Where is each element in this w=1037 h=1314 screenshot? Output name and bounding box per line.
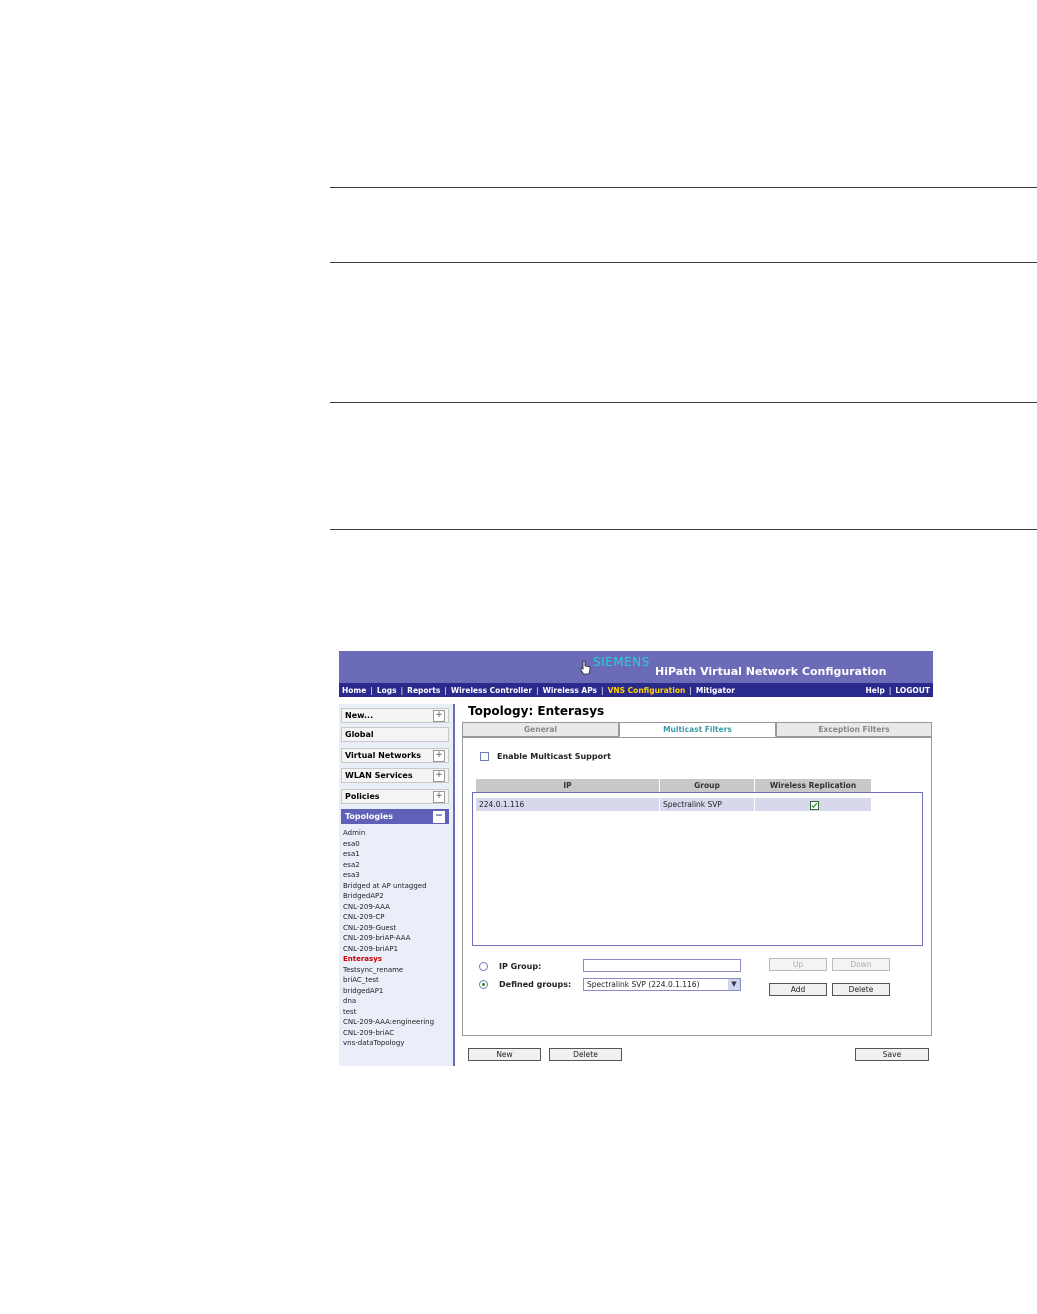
down-button[interactable]: Down bbox=[832, 958, 890, 971]
enable-multicast-checkbox[interactable] bbox=[480, 752, 489, 761]
hand-pointer-icon bbox=[579, 660, 591, 675]
defined-groups-radio[interactable] bbox=[479, 980, 488, 989]
topology-item[interactable]: test bbox=[343, 1007, 451, 1018]
top-nav: Home | Logs | Reports | Wireless Control… bbox=[339, 683, 933, 697]
defined-groups-label: Defined groups: bbox=[499, 980, 572, 989]
nav-logout[interactable]: LOGOUT bbox=[895, 686, 930, 695]
topology-item[interactable]: BridgedAP2 bbox=[343, 891, 451, 902]
page-title: Topology: Enterasys bbox=[468, 704, 605, 718]
topology-item[interactable]: vns-dataTopology bbox=[343, 1038, 451, 1049]
checkmark-icon bbox=[811, 802, 818, 809]
divider-rule bbox=[330, 402, 1037, 403]
tab-multicast-filters[interactable]: Multicast Filters bbox=[619, 722, 776, 737]
ip-group-radio[interactable] bbox=[479, 962, 488, 971]
divider-rule bbox=[330, 262, 1037, 263]
brand-logo: SIEMENS bbox=[593, 655, 650, 669]
topology-item[interactable]: briAC_test bbox=[343, 975, 451, 986]
tab-general[interactable]: General bbox=[462, 722, 619, 737]
enable-multicast-label: Enable Multicast Support bbox=[497, 752, 611, 761]
sidebar-item-virtual-networks[interactable]: Virtual Networks + bbox=[341, 748, 449, 763]
app-title: HiPath Virtual Network Configuration bbox=[655, 665, 887, 678]
topology-item[interactable]: CNL-209-AAA:engineering bbox=[343, 1017, 451, 1028]
sidebar-item-wlan-services[interactable]: WLAN Services + bbox=[341, 768, 449, 783]
nav-logs[interactable]: Logs bbox=[377, 686, 397, 695]
nav-wireless-controller[interactable]: Wireless Controller bbox=[451, 686, 532, 695]
expand-icon[interactable]: + bbox=[433, 770, 445, 782]
chevron-down-icon[interactable]: ▼ bbox=[728, 979, 740, 990]
wireless-replication-checkbox[interactable] bbox=[810, 801, 819, 810]
delete-button[interactable]: Delete bbox=[549, 1048, 622, 1061]
multicast-table bbox=[472, 792, 923, 946]
collapse-icon[interactable]: − bbox=[433, 811, 445, 823]
defined-groups-value: Spectralink SVP (224.0.1.116) bbox=[587, 980, 700, 989]
topology-list: Admin esa0 esa1 esa2 esa3 Bridged at AP untag… bbox=[343, 828, 451, 1049]
expand-icon[interactable]: + bbox=[433, 750, 445, 762]
sidebar-item-label: Global bbox=[345, 730, 374, 739]
nav-mitigator[interactable]: Mitigator bbox=[696, 686, 735, 695]
app-screenshot: SIEMENS HiPath Virtual Network Configura… bbox=[339, 651, 933, 1068]
topology-item[interactable]: CNL-209-CP bbox=[343, 912, 451, 923]
ip-group-input[interactable] bbox=[583, 959, 741, 972]
nav-wireless-aps[interactable]: Wireless APs bbox=[543, 686, 597, 695]
nav-home[interactable]: Home bbox=[342, 686, 366, 695]
expand-icon[interactable]: + bbox=[433, 710, 445, 722]
up-button[interactable]: Up bbox=[769, 958, 827, 971]
nav-help[interactable]: Help bbox=[866, 686, 885, 695]
topology-item[interactable]: esa1 bbox=[343, 849, 451, 860]
sidebar-item-global[interactable]: Global bbox=[341, 727, 449, 742]
column-header-group: Group bbox=[660, 779, 755, 792]
topology-item[interactable]: esa3 bbox=[343, 870, 451, 881]
topology-item[interactable]: CNL-209-briAP1 bbox=[343, 944, 451, 955]
new-button[interactable]: New bbox=[468, 1048, 541, 1061]
tab-exception-filters[interactable]: Exception Filters bbox=[776, 722, 932, 737]
defined-groups-select[interactable]: Spectralink SVP (224.0.1.116) ▼ bbox=[583, 978, 741, 991]
save-button[interactable]: Save bbox=[855, 1048, 929, 1061]
topology-item[interactable]: CNL-209-briAC bbox=[343, 1028, 451, 1039]
topology-item[interactable]: Bridged at AP untagged bbox=[343, 881, 451, 892]
delete-filter-button[interactable]: Delete bbox=[832, 983, 890, 996]
sidebar-item-label: WLAN Services bbox=[345, 771, 413, 780]
nav-reports[interactable]: Reports bbox=[407, 686, 440, 695]
topology-item[interactable]: Testsync_rename bbox=[343, 965, 451, 976]
table-cell-ip[interactable]: 224.0.1.116 bbox=[476, 798, 660, 811]
sidebar-item-topologies[interactable]: Topologies − bbox=[341, 809, 449, 824]
divider-rule bbox=[330, 529, 1037, 530]
expand-icon[interactable]: + bbox=[433, 791, 445, 803]
topology-item[interactable]: CNL-209-Guest bbox=[343, 923, 451, 934]
add-button[interactable]: Add bbox=[769, 983, 827, 996]
topology-item[interactable]: esa2 bbox=[343, 860, 451, 871]
ip-group-label: IP Group: bbox=[499, 962, 542, 971]
sidebar-item-label: Topologies bbox=[345, 812, 394, 821]
topology-item[interactable]: esa0 bbox=[343, 839, 451, 850]
header-banner: SIEMENS HiPath Virtual Network Configura… bbox=[339, 651, 933, 683]
column-header-wireless-replication: Wireless Replication bbox=[755, 779, 872, 792]
topology-item[interactable]: dna bbox=[343, 996, 451, 1007]
column-header-ip: IP bbox=[476, 779, 660, 792]
divider-rule bbox=[330, 187, 1037, 188]
sidebar-item-label: Virtual Networks bbox=[345, 751, 422, 760]
topology-item[interactable]: Enterasys bbox=[343, 954, 451, 965]
topology-item[interactable]: Admin bbox=[343, 828, 451, 839]
sidebar-item-label: New... bbox=[345, 711, 374, 720]
topology-item[interactable]: CNL-209-briAP-AAA bbox=[343, 933, 451, 944]
sidebar-item-new[interactable]: New... + bbox=[341, 708, 449, 723]
topology-item[interactable]: CNL-209-AAA bbox=[343, 902, 451, 913]
topology-item[interactable]: bridgedAP1 bbox=[343, 986, 451, 997]
table-cell-group[interactable]: Spectralink SVP bbox=[660, 798, 755, 811]
sidebar: New... + Global Virtual Networks + WLAN … bbox=[339, 704, 455, 1066]
nav-vns-configuration[interactable]: VNS Configuration bbox=[608, 686, 686, 695]
sidebar-item-policies[interactable]: Policies + bbox=[341, 789, 449, 804]
sidebar-item-label: Policies bbox=[345, 792, 380, 801]
